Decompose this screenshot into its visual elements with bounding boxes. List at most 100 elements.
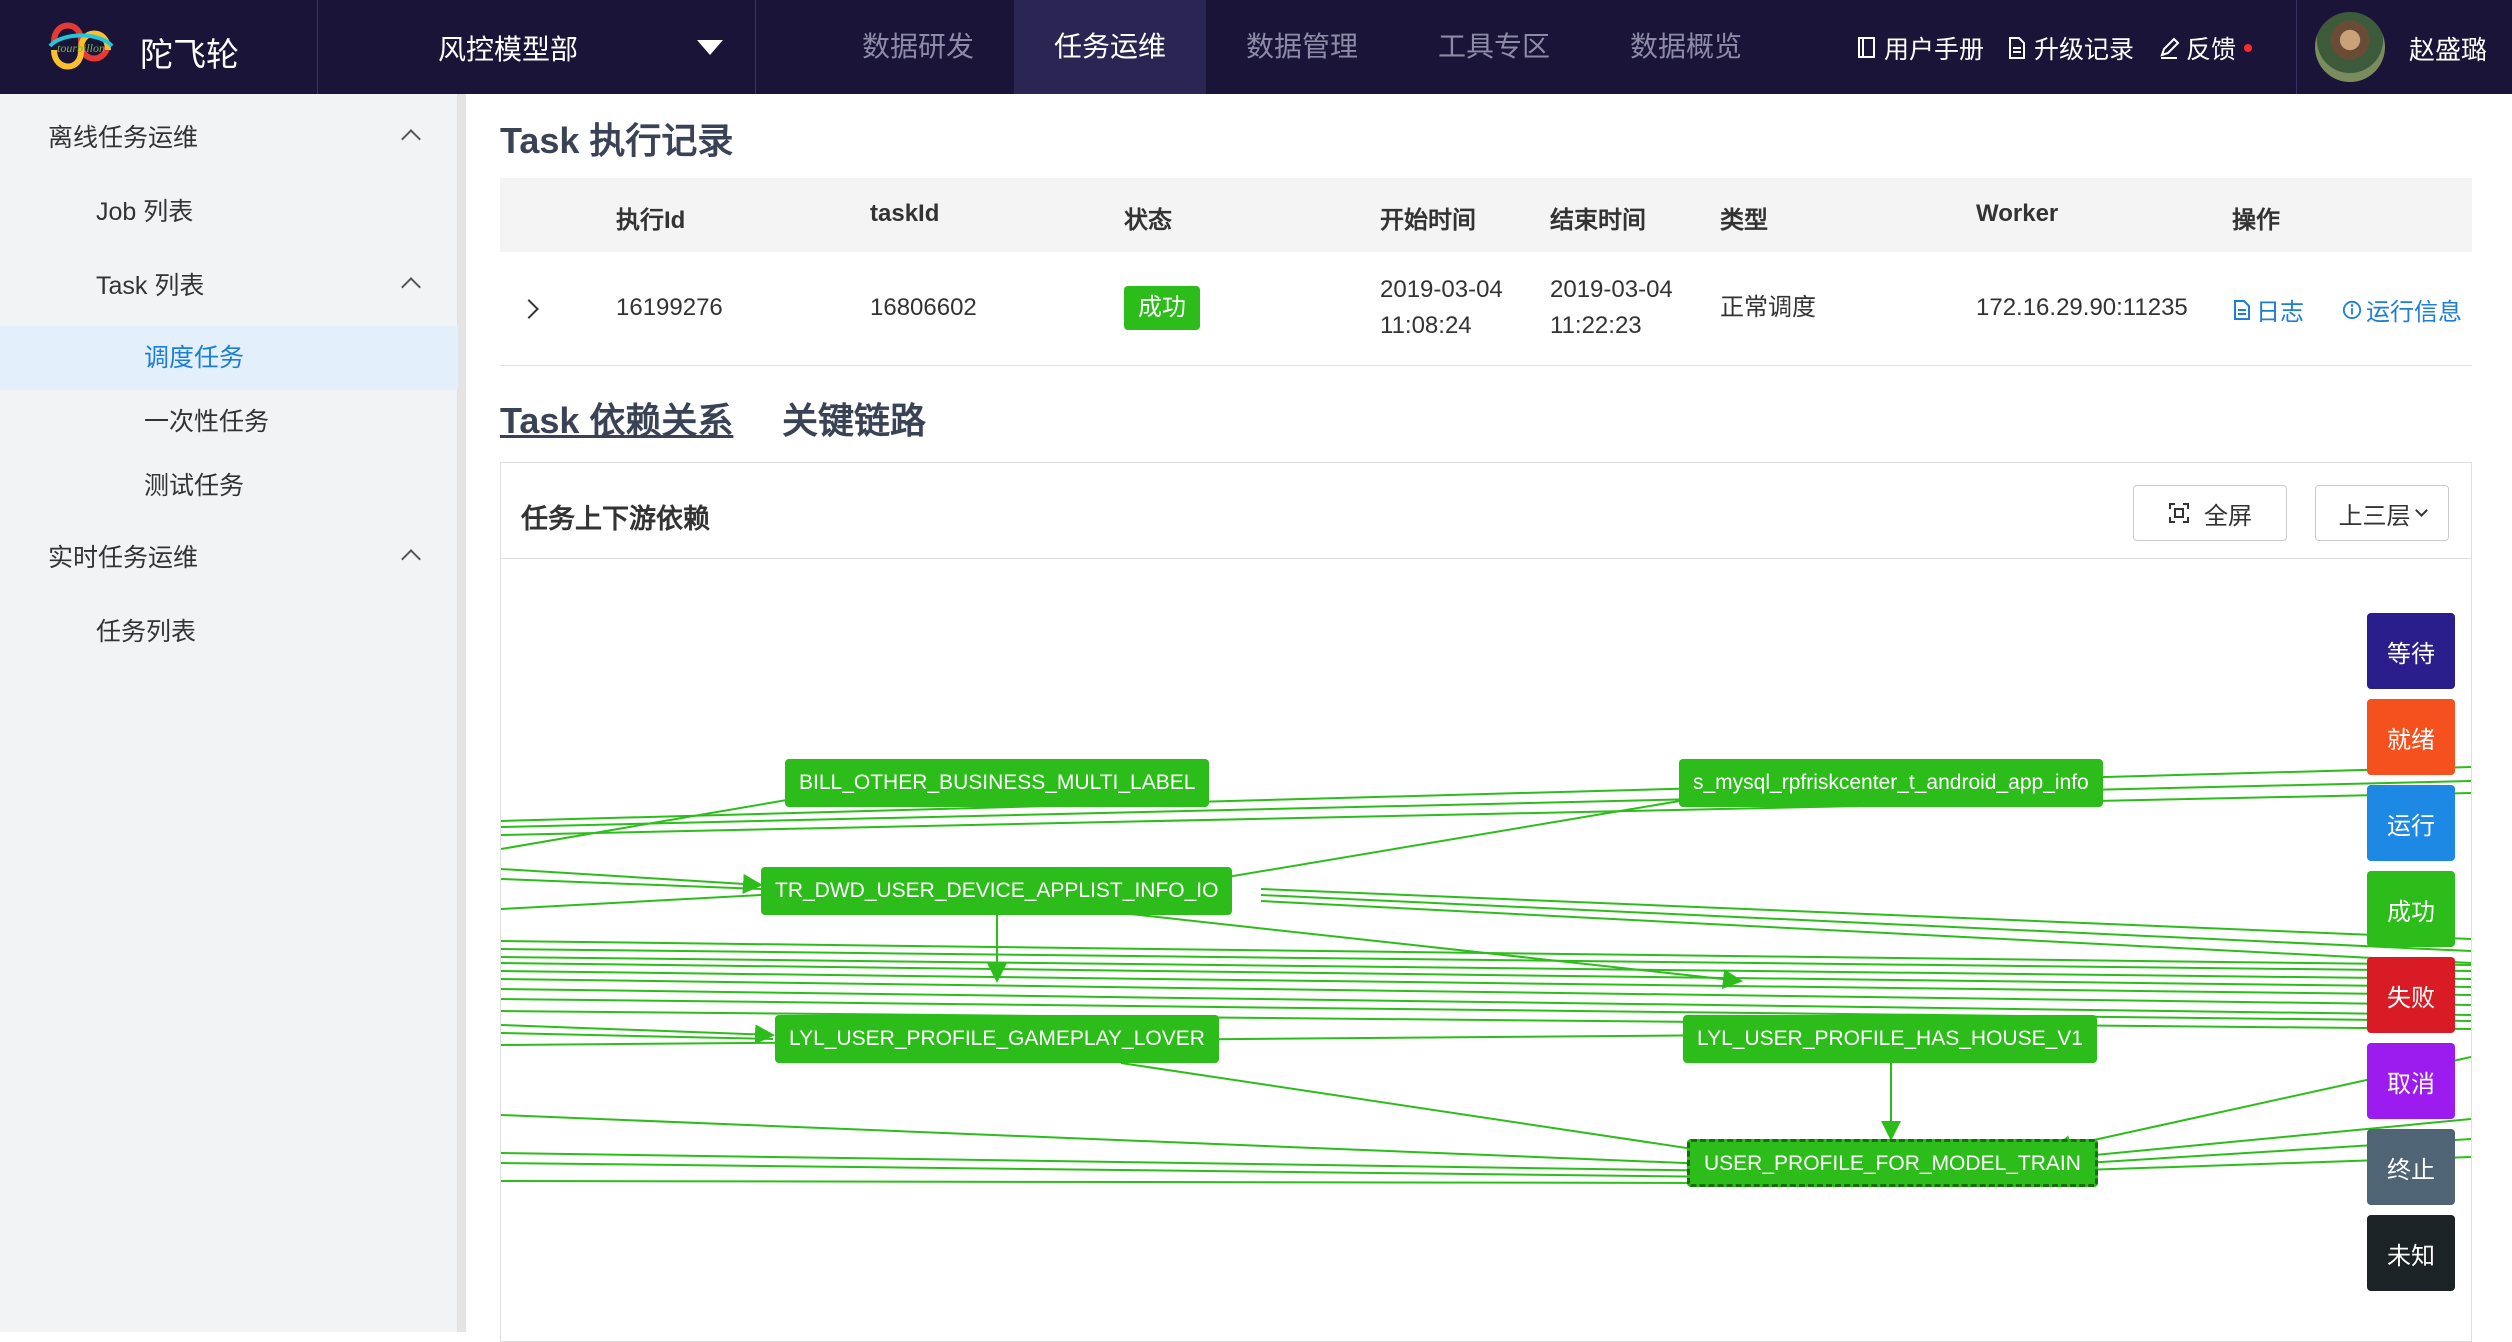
sidebar-item-job-list[interactable]: Job 列表 <box>0 180 458 244</box>
sidebar-item-one-time-tasks[interactable]: 一次性任务 <box>0 390 458 454</box>
chevron-up-icon <box>401 549 421 569</box>
nav-task-ops[interactable]: 任务运维 <box>1014 0 1206 94</box>
run-info-link[interactable]: 运行信息 <box>2342 292 2462 327</box>
fullscreen-icon <box>2169 503 2189 523</box>
caret-down-icon <box>697 40 723 55</box>
log-link-label: 日志 <box>2256 299 2304 326</box>
column-type: 类型 <box>1720 207 1768 234</box>
chevron-up-icon <box>401 277 421 297</box>
graph-header: 任务上下游依赖 全屏 上三层 <box>501 463 2471 559</box>
legend-failed[interactable]: 失败 <box>2367 957 2455 1033</box>
dependency-graph-panel: 任务上下游依赖 全屏 上三层 BILL_OTHER_BUSINESS_MULTI… <box>500 462 2472 1342</box>
legend-success[interactable]: 成功 <box>2367 871 2455 947</box>
tab-dependency[interactable]: Task 依赖关系 <box>500 392 733 444</box>
dependency-edge <box>501 878 762 890</box>
changelog-link[interactable]: 升级记录 <box>2006 30 2134 66</box>
department-select[interactable]: 风控模型部 <box>318 0 756 94</box>
graph-title: 任务上下游依赖 <box>521 504 710 534</box>
logo-area[interactable]: tourbillon 陀飞轮 <box>0 0 318 94</box>
column-status: 状态 <box>1124 207 1172 234</box>
nav-data-overview[interactable]: 数据概览 <box>1590 0 1782 94</box>
sidebar-item-scheduled-tasks[interactable]: 调度任务 <box>0 326 458 390</box>
column-worker: Worker <box>1976 200 2059 227</box>
notification-dot <box>2244 44 2253 52</box>
legend-unknown[interactable]: 未知 <box>2367 1215 2455 1291</box>
level-select[interactable]: 上三层 <box>2315 485 2449 541</box>
legend-label: 运行 <box>2387 812 2435 840</box>
info-icon <box>2342 300 2362 319</box>
department-label: 风控模型部 <box>438 34 579 65</box>
status-badge: 成功 <box>1124 286 1200 330</box>
feedback-label: 反馈 <box>2186 36 2237 64</box>
sidebar-group-offline[interactable]: 离线任务运维 <box>0 106 458 170</box>
dependency-edge <box>501 1180 1734 1184</box>
fullscreen-button[interactable]: 全屏 <box>2133 485 2287 541</box>
dependency-edge <box>501 1114 1735 1175</box>
table-header: 执行Id taskId 状态 开始时间 结束时间 类型 Worker 操作 <box>500 178 2472 252</box>
exec-id-value: 16199276 <box>616 294 723 321</box>
legend-ready[interactable]: 就绪 <box>2367 699 2455 775</box>
document-icon <box>2234 299 2250 320</box>
legend-running[interactable]: 运行 <box>2367 785 2455 861</box>
legend-label: 就绪 <box>2387 726 2435 754</box>
graph-node[interactable]: TR_DWD_USER_DEVICE_APPLIST_INFO_IO <box>761 867 1233 915</box>
dependency-edge <box>1260 894 2471 952</box>
logo-wordmark: tourbillon <box>57 41 105 55</box>
graph-node[interactable]: LYL_USER_PROFILE_HAS_HOUSE_V1 <box>1683 1015 2097 1063</box>
legend-label: 失败 <box>2387 984 2435 1012</box>
table-row: 16199276 16806602 成功 2019-03-04 11:08:24… <box>500 252 2472 366</box>
avatar[interactable] <box>2315 12 2385 82</box>
graph-node[interactable]: s_mysql_rpfriskcenter_t_android_app_info <box>1679 759 2103 807</box>
task-id-value: 16806602 <box>870 294 977 321</box>
user-name: 赵盛璐 <box>2409 35 2488 65</box>
legend-cancelled[interactable]: 取消 <box>2367 1043 2455 1119</box>
sidebar-item-task-list[interactable]: Task 列表 <box>0 254 458 318</box>
end-time-value: 11:22:23 <box>1550 312 1642 339</box>
sidebar-item-label: Task 列表 <box>96 272 205 300</box>
log-link[interactable]: 日志 <box>2232 292 2304 327</box>
column-task-id: taskId <box>870 200 940 227</box>
tab-critical-path[interactable]: 关键链路 <box>782 392 926 444</box>
nav-data-dev[interactable]: 数据研发 <box>822 0 1014 94</box>
column-operations: 操作 <box>2232 207 2280 234</box>
top-navbar: tourbillon 陀飞轮 风控模型部 数据研发 任务运维 数据管理 工具专区… <box>0 0 2512 94</box>
legend-terminated[interactable]: 终止 <box>2367 1129 2455 1205</box>
end-date-value: 2019-03-04 <box>1550 276 1673 303</box>
sidebar-group-label: 离线任务运维 <box>48 124 199 152</box>
dependency-edge <box>501 894 762 910</box>
changelog-label: 升级记录 <box>2034 36 2135 64</box>
column-end-time: 结束时间 <box>1550 207 1646 234</box>
column-start-time: 开始时间 <box>1380 207 1476 234</box>
fullscreen-label: 全屏 <box>2204 502 2252 530</box>
sidebar-group-realtime[interactable]: 实时任务运维 <box>0 526 458 590</box>
edit-icon <box>2160 37 2180 59</box>
exec-record-title: Task 执行记录 <box>500 120 734 161</box>
legend-waiting[interactable]: 等待 <box>2367 613 2455 689</box>
graph-node[interactable]: LYL_USER_PROFILE_GAMEPLAY_LOVER <box>775 1015 1219 1063</box>
app-name: 陀飞轮 <box>140 36 239 73</box>
nav-tools[interactable]: 工具专区 <box>1398 0 1590 94</box>
sidebar: 离线任务运维 Job 列表 Task 列表 调度任务 一次性任务 测试任务 实时… <box>0 94 458 1332</box>
document-icon <box>2009 37 2025 59</box>
type-value: 正常调度 <box>1720 294 1816 321</box>
sidebar-item-realtime-task-list[interactable]: 任务列表 <box>0 600 458 664</box>
dependency-edges <box>501 766 2471 1184</box>
sidebar-scrollbar[interactable] <box>458 94 466 1332</box>
graph-node[interactable]: BILL_OTHER_BUSINESS_MULTI_LABEL <box>785 759 1210 807</box>
book-icon <box>1858 37 1875 58</box>
user-menu[interactable]: 赵盛璐 <box>2296 0 2512 94</box>
chevron-down-icon <box>2414 503 2428 517</box>
graph-node-current[interactable]: USER_PROFILE_FOR_MODEL_TRAIN <box>1687 1139 2098 1187</box>
dependency-edge <box>1120 1062 1735 1163</box>
sidebar-item-test-tasks[interactable]: 测试任务 <box>0 454 458 518</box>
legend-label: 终止 <box>2387 1156 2435 1184</box>
chevron-up-icon <box>401 129 421 149</box>
sidebar-group-label: 实时任务运维 <box>48 544 199 572</box>
nav-data-management[interactable]: 数据管理 <box>1206 0 1398 94</box>
worker-value: 172.16.29.90:11235 <box>1976 294 2188 321</box>
expand-row-icon[interactable] <box>519 299 539 319</box>
user-manual-link[interactable]: 用户手册 <box>1856 30 1984 66</box>
legend-label: 等待 <box>2387 640 2435 668</box>
legend-label: 取消 <box>2387 1070 2435 1098</box>
feedback-link[interactable]: 反馈 <box>2158 30 2253 66</box>
